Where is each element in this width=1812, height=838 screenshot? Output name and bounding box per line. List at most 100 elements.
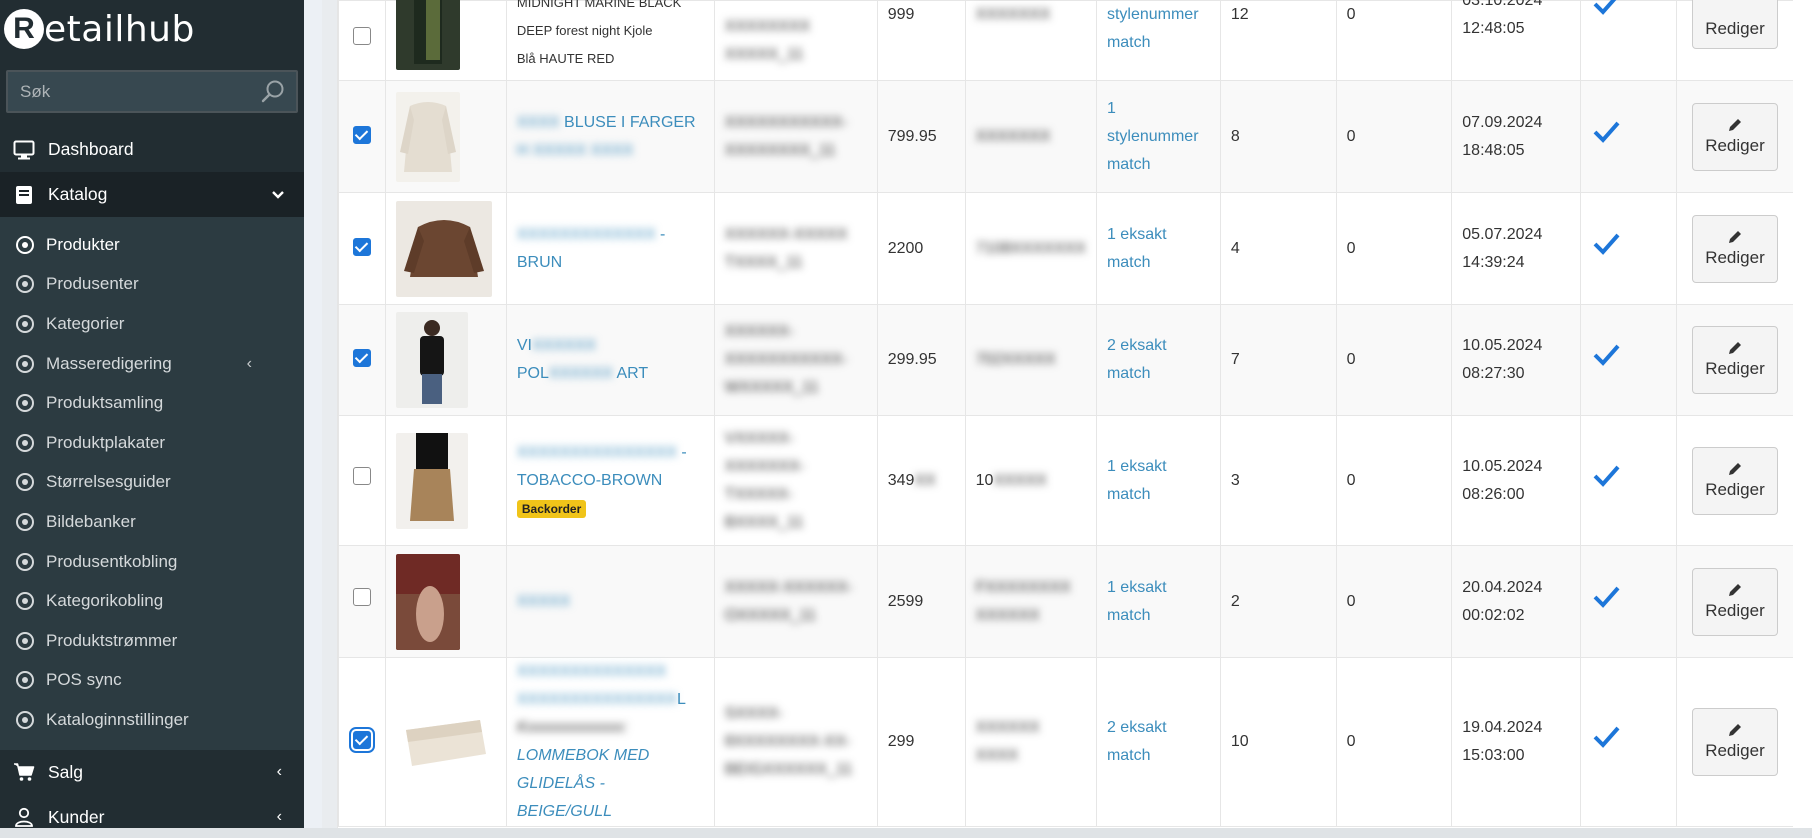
product-thumbnail[interactable] <box>395 432 468 529</box>
product-name-link[interactable]: XXXXXXXXXXXXXX XXXXXXXXXXXXXXXL <box>517 663 686 708</box>
sku-value: XXXXXXXX XXXXX_11 <box>724 17 811 63</box>
table-row[interactable]: XXXXXXXXXXXXXX XXXXXXXXXXXXXXXL Kxxxxxxxx… <box>338 657 1793 827</box>
product-collection-link[interactable]: LOMMEBOK MED GLIDELÅS - BEIGE/GULL <box>517 747 649 820</box>
match-link[interactable]: stylenummer match <box>1107 6 1199 51</box>
row-checkbox[interactable] <box>352 237 371 256</box>
edit-button[interactable]: Rediger <box>1691 102 1778 171</box>
nav-salg[interactable]: Salg ‹ <box>0 750 304 795</box>
time-value: 14:39:24 <box>1462 253 1525 271</box>
product-name-link[interactable]: XXXX BLUSE I FARGER H XXXXX XXXX <box>517 114 696 159</box>
sidebar-item-pos-sync[interactable]: POS sync <box>0 661 304 701</box>
edit-button-label: Rediger <box>1705 741 1765 760</box>
table-row[interactable]: XXXX BLUSE I FARGER H XXXXX XXXX XXXXXXXX… <box>338 80 1793 193</box>
sidebar-item-bildebanker[interactable]: Bildebanker <box>0 502 304 542</box>
date-value: 07.09.2024 <box>1462 113 1543 131</box>
table-row[interactable]: XXXXXXXXXXXXXXX - TOBACCO-BROWN Backorder … <box>338 415 1793 546</box>
product-name-link[interactable]: XXXXXXXXXXXXX - BRUN <box>517 226 666 271</box>
date-value: 20.04.2024 <box>1462 578 1543 596</box>
sidebar-item-masseredigering[interactable]: Masseredigering ‹ <box>0 344 304 384</box>
circle-dot-icon <box>16 552 34 571</box>
row-checkbox[interactable] <box>352 587 371 606</box>
row-checkbox[interactable] <box>352 349 371 367</box>
row-checkbox[interactable] <box>352 26 371 45</box>
price-value: 349 <box>887 471 915 489</box>
circle-dot-icon <box>16 235 34 254</box>
edit-button[interactable]: Rediger <box>1691 214 1778 283</box>
product-thumbnail[interactable] <box>395 702 492 782</box>
ean-value: XXXXXXX <box>975 127 1051 145</box>
edit-button[interactable]: Rediger <box>1691 446 1778 515</box>
date-value: 10.05.2024 <box>1462 337 1543 354</box>
date-value: 19.04.2024 <box>1462 719 1543 736</box>
table-row[interactable]: XXXXX XXXXX-XXXXXX- OXXXXX_11 2599 FXXXXX… <box>338 545 1793 658</box>
sidebar-item-produsentkobling[interactable]: Produsentkobling <box>0 542 304 582</box>
product-thumbnail[interactable] <box>395 553 460 650</box>
nav-dashboard[interactable]: Dashboard <box>0 127 304 172</box>
price-value: 299.95 <box>876 304 966 416</box>
ean-value: FXXXXXXXX XXXXXX <box>975 578 1071 624</box>
sidebar-item-produkter[interactable]: Produkter <box>0 225 304 265</box>
ean-value: 7108XXXXXXX <box>975 239 1086 257</box>
cart-icon <box>13 761 35 783</box>
circle-dot-icon <box>16 275 34 294</box>
row-checkbox[interactable] <box>352 125 371 144</box>
edit-button[interactable]: Rediger <box>1691 567 1778 636</box>
price-value: 2599 <box>876 545 966 658</box>
search-icon[interactable] <box>260 79 286 105</box>
reserved-value: 0 <box>1335 0 1453 81</box>
match-link[interactable]: 1 stylenummer match <box>1107 100 1199 173</box>
match-link[interactable]: 2 eksakt match <box>1107 719 1167 764</box>
time-value: 18:48:05 <box>1462 141 1525 159</box>
nav-kunder[interactable]: Kunder ‹ <box>0 795 304 828</box>
product-name-link[interactable]: VIXXXXXX POLXXXXXX ART <box>517 337 648 382</box>
logo-mark: R <box>4 9 44 49</box>
retailhub-logo[interactable]: R etailhub <box>0 0 304 58</box>
edit-button[interactable]: Rediger <box>1691 708 1778 776</box>
product-thumbnail[interactable] <box>395 200 492 297</box>
edit-button-label: Rediger <box>1705 359 1765 378</box>
horizontal-scrollbar[interactable] <box>0 828 1812 838</box>
product-thumbnail[interactable] <box>395 312 468 408</box>
sidebar-item-produsenter[interactable]: Produsenter <box>0 265 304 305</box>
match-link[interactable]: 1 eksakt match <box>1107 458 1167 503</box>
circle-dot-icon <box>16 433 34 452</box>
sidebar-item-kategorikobling[interactable]: Kategorikobling <box>0 581 304 621</box>
match-link[interactable]: 1 eksakt match <box>1107 226 1167 271</box>
edit-button[interactable]: Rediger <box>1691 0 1778 49</box>
user-icon <box>13 806 35 828</box>
sidebar-item-kataloginnstillinger[interactable]: Kataloginnstillinger <box>0 700 304 740</box>
edit-button-label: Rediger <box>1705 135 1765 155</box>
circle-dot-icon <box>16 671 34 690</box>
sku-value: VXXXXX- XXXXXXX- TXXXXX- BXXXX_11 <box>724 429 805 531</box>
search-input[interactable] <box>20 81 260 102</box>
stock-value: 10 <box>1219 657 1337 827</box>
product-thumbnail[interactable] <box>395 91 460 182</box>
edit-button[interactable]: Rediger <box>1691 326 1778 394</box>
product-thumbnail[interactable] <box>395 0 460 70</box>
row-checkbox[interactable] <box>352 466 371 485</box>
scrollbar-track[interactable] <box>1793 0 1812 828</box>
table-row[interactable]: VIXXXXXX POLXXXXXX ART XXXXXX- XXXXXXXXXXX… <box>338 304 1793 416</box>
sidebar-item-produktplakater[interactable]: Produktplakater <box>0 423 304 463</box>
table-row[interactable]: XXXXXXXXXXXXX - BRUN XXXXXX-XXXXX TXXXX_11… <box>338 192 1793 305</box>
table-row[interactable]: MIDNIGHT MARINE BLACK DEEP forest night … <box>338 0 1793 81</box>
edit-button-label: Rediger <box>1705 479 1765 499</box>
chevron-left-icon: ‹ <box>276 808 282 826</box>
sidebar-item-storrelsesguider[interactable]: Størrelsesguider <box>0 463 304 503</box>
logo-text: etailhub <box>44 8 195 50</box>
match-link[interactable]: 1 eksakt match <box>1107 579 1167 624</box>
sidebar-item-label: Størrelsesguider <box>46 472 171 492</box>
match-link[interactable]: 2 eksakt match <box>1107 337 1167 382</box>
stock-value: 3 <box>1219 415 1337 546</box>
nav-katalog[interactable]: Katalog <box>0 172 304 217</box>
sidebar-item-kategorier[interactable]: Kategorier <box>0 304 304 344</box>
sidebar-item-label: Produktplakater <box>46 432 166 452</box>
ean-value: XXXXXX XXXX <box>975 719 1040 764</box>
ean-value: 702XXXXX <box>975 351 1056 368</box>
product-name-link[interactable]: XXXXXXXXXXXXXXX - TOBACCO-BROWN <box>517 444 687 489</box>
row-checkbox[interactable] <box>348 727 375 753</box>
product-name-link[interactable]: XXXXX <box>517 593 570 610</box>
sidebar-item-produktstrommer[interactable]: Produktstrømmer <box>0 621 304 661</box>
sidebar-item-produktsamling[interactable]: Produktsamling <box>0 383 304 423</box>
sku-value: SXXXX- 8XXXXXXXX-XX- BEIGXXXXXX_11 <box>724 705 853 778</box>
